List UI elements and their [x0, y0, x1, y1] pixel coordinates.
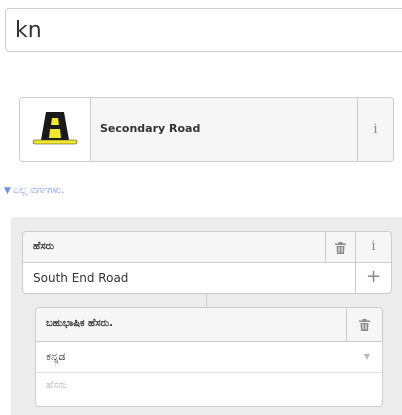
- secondary-road-icon: [32, 112, 78, 145]
- caret-down-icon: ▼: [363, 352, 370, 361]
- localized-name-header: ಬಹುಭಾಷಿಕ ಹೆಸರು.: [36, 308, 382, 342]
- name-info-button[interactable]: i: [355, 232, 391, 262]
- preset-label: Secondary Road: [100, 122, 201, 135]
- localized-name-label: ಬಹುಭಾಷಿಕ ಹೆಸರು.: [46, 318, 113, 329]
- connector-line: [206, 293, 207, 307]
- preset-button[interactable]: Secondary Road i: [19, 97, 394, 162]
- language-value: ಕನ್ನಡ: [46, 350, 66, 363]
- preset-search-box[interactable]: [5, 8, 402, 52]
- trash-icon: [335, 241, 346, 254]
- language-select[interactable]: ಕನ್ನಡ ▼: [36, 342, 382, 373]
- localized-name-box: ಬಹುಭಾಷಿಕ ಹೆಸರು. ಕನ್ನಡ ▼: [35, 307, 383, 407]
- name-field: ಹೆಸರು i South End Road +: [22, 231, 392, 294]
- name-field-label: ಹೆಸರು: [33, 241, 55, 252]
- all-fields-toggle[interactable]: ▼ ಎಲ್ಲ ವರ್ಗಗಳು.: [4, 185, 64, 196]
- all-fields-label: ಎಲ್ಲ ವರ್ಗಗಳು.: [12, 185, 65, 196]
- localized-name-input[interactable]: [46, 380, 346, 391]
- preset-icon-box: [20, 98, 91, 161]
- localized-name-row[interactable]: [36, 373, 382, 403]
- disclosure-triangle-icon: ▼: [4, 186, 11, 196]
- add-localized-name-button[interactable]: +: [355, 263, 391, 293]
- preset-search-input[interactable]: [15, 16, 395, 44]
- name-input[interactable]: South End Road: [33, 271, 128, 285]
- name-value-row[interactable]: South End Road +: [23, 263, 391, 293]
- name-field-label-row: ಹೆಸರು i: [23, 232, 391, 263]
- name-remove-button[interactable]: [325, 232, 355, 262]
- localized-name-remove-button[interactable]: [346, 308, 382, 341]
- preset-info-button[interactable]: i: [357, 98, 393, 161]
- trash-icon: [359, 318, 370, 331]
